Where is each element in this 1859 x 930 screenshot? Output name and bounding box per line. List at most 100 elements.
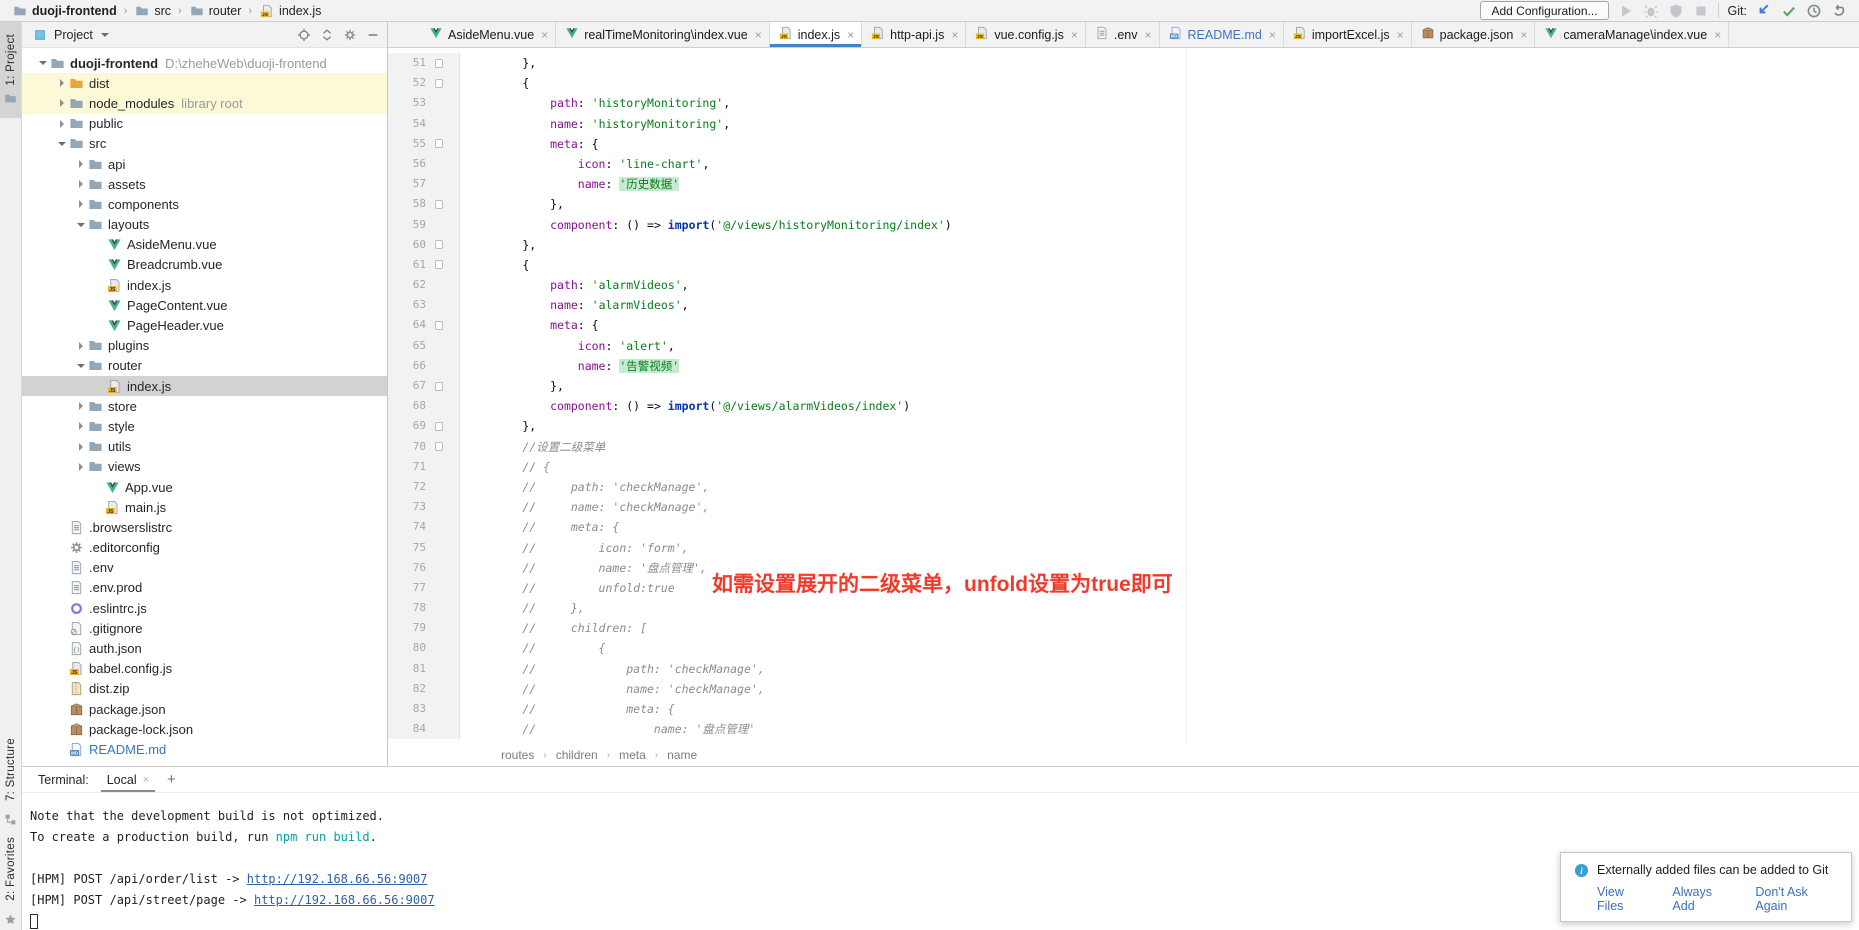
git-update-icon[interactable]: [1756, 3, 1772, 19]
close-icon[interactable]: ×: [541, 28, 548, 42]
code-line-65[interactable]: 65 icon: 'alert',: [388, 336, 1859, 356]
tree-item-.env.prod[interactable]: .env.prod: [22, 578, 387, 598]
tree-item-package-lock.json[interactable]: package-lock.json: [22, 719, 387, 739]
code-line-64[interactable]: 64 meta: {: [388, 315, 1859, 335]
tree-item-public[interactable]: public: [22, 114, 387, 134]
fold-marker-icon[interactable]: [426, 382, 452, 391]
code-line-84[interactable]: 84 // name: '盘点管理': [388, 719, 1859, 739]
tree-item-babel.config.js[interactable]: JSbabel.config.js: [22, 659, 387, 679]
tab-cameramanage-index.vue[interactable]: cameraManage\index.vue×: [1535, 22, 1729, 47]
chevron-down-icon[interactable]: [55, 142, 68, 146]
project-panel-title[interactable]: Project: [54, 28, 93, 42]
fold-marker-icon[interactable]: [426, 260, 452, 269]
tab-vue.config.js[interactable]: JSvue.config.js×: [966, 22, 1086, 47]
code-line-71[interactable]: 71 // {: [388, 457, 1859, 477]
breadcrumb-item[interactable]: duoji-frontend: [10, 3, 119, 19]
editor-breadcrumb-routes[interactable]: routes: [501, 748, 534, 762]
chevron-right-icon[interactable]: [55, 79, 68, 87]
breadcrumb-item[interactable]: JSindex.js: [257, 3, 323, 19]
tab-asidemenu.vue[interactable]: AsideMenu.vue×: [420, 22, 556, 47]
code-line-51[interactable]: 51 },: [388, 53, 1859, 73]
close-icon[interactable]: ×: [143, 774, 149, 786]
tree-item-store[interactable]: store: [22, 396, 387, 416]
code-line-83[interactable]: 83 // meta: {: [388, 699, 1859, 719]
settings-gear-icon[interactable]: [342, 27, 358, 43]
editor-breadcrumb-meta[interactable]: meta: [619, 748, 646, 762]
fold-marker-icon[interactable]: [426, 59, 452, 68]
code-line-62[interactable]: 62 path: 'alarmVideos',: [388, 275, 1859, 295]
code-line-63[interactable]: 63 name: 'alarmVideos',: [388, 295, 1859, 315]
notification-action-always-add[interactable]: Always Add: [1672, 885, 1734, 913]
chevron-right-icon[interactable]: [74, 180, 87, 188]
code-line-70[interactable]: 70 //设置二级菜单: [388, 437, 1859, 457]
close-icon[interactable]: ×: [1397, 28, 1404, 42]
structure-icon[interactable]: [3, 811, 19, 827]
tree-item-style[interactable]: style: [22, 416, 387, 436]
tree-item-src[interactable]: src: [22, 134, 387, 154]
tree-item-pagecontent.vue[interactable]: PageContent.vue: [22, 295, 387, 315]
tree-item-dist[interactable]: dist: [22, 73, 387, 93]
close-icon[interactable]: ×: [1269, 28, 1276, 42]
tree-item-auth.json[interactable]: {)auth.json: [22, 638, 387, 658]
code-line-79[interactable]: 79 // children: [: [388, 618, 1859, 638]
favorites-star-icon[interactable]: [3, 911, 19, 927]
chevron-right-icon[interactable]: [74, 422, 87, 430]
editor-breadcrumb-name[interactable]: name: [667, 748, 697, 762]
tab-realtimemonitoring-index.vue[interactable]: realTimeMonitoring\index.vue×: [556, 22, 770, 47]
editor-breadcrumb-children[interactable]: children: [556, 748, 598, 762]
run-icon[interactable]: [1618, 3, 1634, 19]
hide-panel-icon[interactable]: [365, 27, 381, 43]
chevron-down-icon[interactable]: [36, 61, 49, 65]
tab-.env[interactable]: .env×: [1086, 22, 1160, 47]
tree-item-views[interactable]: views: [22, 457, 387, 477]
fold-marker-icon[interactable]: [426, 200, 452, 209]
code-line-82[interactable]: 82 // name: 'checkManage',: [388, 679, 1859, 699]
tree-item-.gitignore[interactable]: .gitignore: [22, 618, 387, 638]
git-history-icon[interactable]: [1806, 3, 1822, 19]
tree-item-asidemenu.vue[interactable]: AsideMenu.vue: [22, 235, 387, 255]
run-coverage-icon[interactable]: [1668, 3, 1684, 19]
close-icon[interactable]: ×: [951, 28, 958, 42]
tree-item-readme.md[interactable]: MDREADME.md: [22, 739, 387, 759]
code-line-72[interactable]: 72 // path: 'checkManage',: [388, 477, 1859, 497]
close-icon[interactable]: ×: [755, 28, 762, 42]
add-configuration-button[interactable]: Add Configuration...: [1480, 1, 1608, 20]
git-revert-icon[interactable]: [1831, 3, 1847, 19]
chevron-right-icon[interactable]: [74, 160, 87, 168]
chevron-down-icon[interactable]: [74, 223, 87, 227]
breadcrumb-item[interactable]: router: [187, 3, 244, 19]
chevron-right-icon[interactable]: [55, 120, 68, 128]
breadcrumb-item[interactable]: src: [132, 3, 173, 19]
tab-readme.md[interactable]: MDREADME.md×: [1160, 22, 1284, 47]
chevron-right-icon[interactable]: [74, 402, 87, 410]
git-commit-icon[interactable]: [1781, 3, 1797, 19]
tab-importexcel.js[interactable]: JSimportExcel.js×: [1284, 22, 1412, 47]
code-line-52[interactable]: 52 {: [388, 73, 1859, 93]
code-line-57[interactable]: 57 name: '历史数据': [388, 174, 1859, 194]
code-line-56[interactable]: 56 icon: 'line-chart',: [388, 154, 1859, 174]
tree-item-index.js[interactable]: JSindex.js: [22, 275, 387, 295]
tree-item-plugins[interactable]: plugins: [22, 336, 387, 356]
code-line-60[interactable]: 60 },: [388, 235, 1859, 255]
terminal-link[interactable]: http://192.168.66.56:9007: [247, 872, 428, 886]
code-line-53[interactable]: 53 path: 'historyMonitoring',: [388, 93, 1859, 113]
tree-item-layouts[interactable]: layouts: [22, 215, 387, 235]
debug-icon[interactable]: [1643, 3, 1659, 19]
tree-item-duoji-frontend[interactable]: duoji-frontendD:\zheheWeb\duoji-frontend: [22, 53, 387, 73]
code-line-58[interactable]: 58 },: [388, 194, 1859, 214]
new-terminal-button[interactable]: +: [167, 771, 176, 788]
code-line-78[interactable]: 78 // },: [388, 598, 1859, 618]
tree-item-components[interactable]: components: [22, 194, 387, 214]
tree-item-dist.zip[interactable]: dist.zip: [22, 679, 387, 699]
sidebar-item-structure[interactable]: 7: Structure: [5, 738, 17, 801]
code-line-59[interactable]: 59 component: () => import('@/views/hist…: [388, 215, 1859, 235]
code-line-81[interactable]: 81 // path: 'checkManage',: [388, 659, 1859, 679]
tab-index.js[interactable]: JSindex.js×: [770, 22, 862, 47]
tree-item-package.json[interactable]: package.json: [22, 699, 387, 719]
fold-marker-icon[interactable]: [426, 139, 452, 148]
terminal-tab-local[interactable]: Local ×: [105, 767, 151, 792]
tree-item-index.js[interactable]: JSindex.js: [22, 376, 387, 396]
code-line-75[interactable]: 75 // icon: 'form',: [388, 538, 1859, 558]
collapse-all-icon[interactable]: [319, 27, 335, 43]
tree-item-.env[interactable]: .env: [22, 558, 387, 578]
